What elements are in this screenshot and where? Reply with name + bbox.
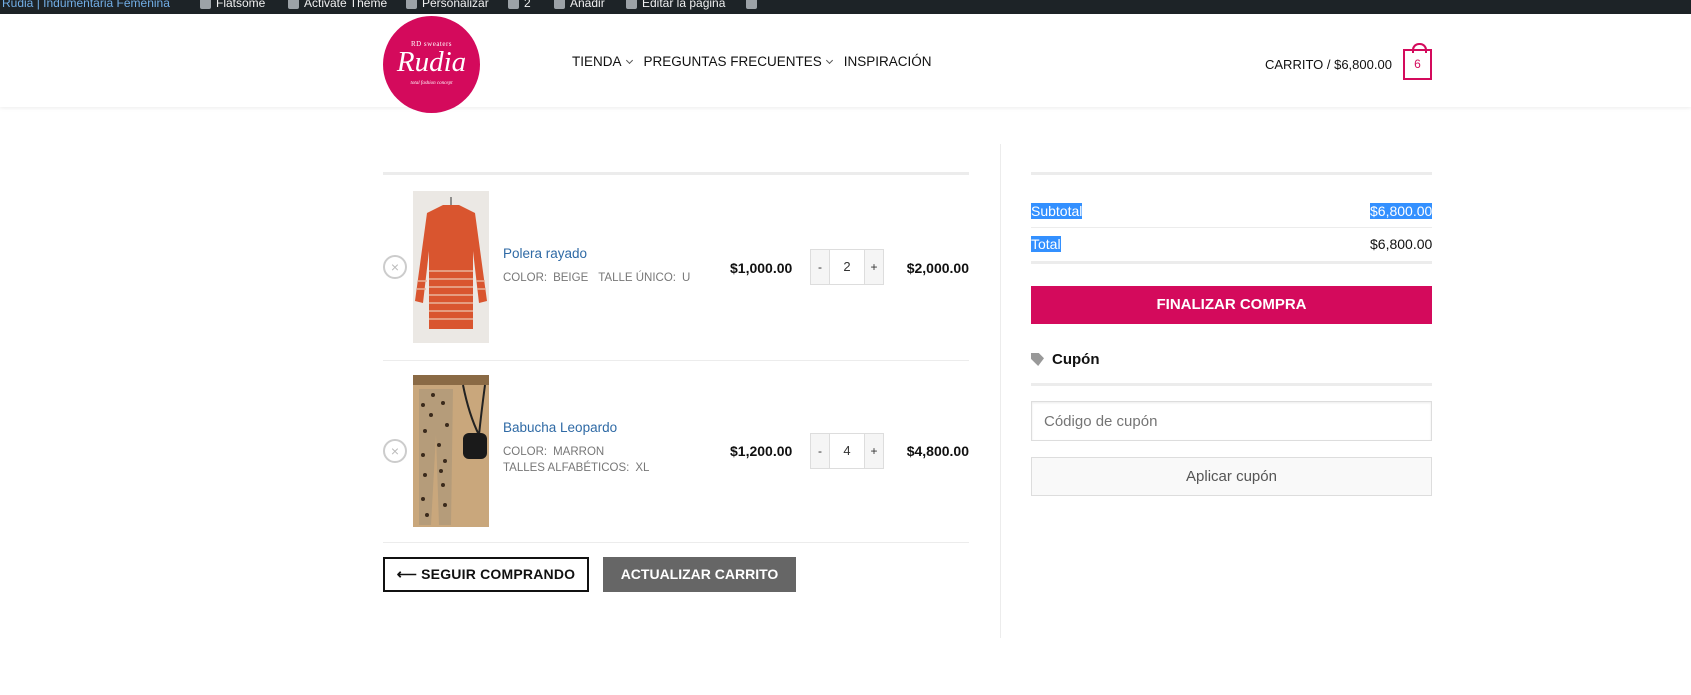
sweater-image — [413, 191, 489, 343]
flatsome-icon — [200, 0, 211, 10]
cart-bag-icon[interactable]: 6 — [1403, 43, 1432, 80]
subtotal-label: Subtotal — [1031, 203, 1083, 219]
cart-count: 6 — [1414, 57, 1421, 71]
total-value: $6,800.00 — [1370, 236, 1433, 252]
comment-icon — [508, 0, 519, 10]
total-label: Total — [1031, 236, 1061, 252]
leopard-pants-image — [413, 375, 489, 527]
column-divider — [1000, 144, 1001, 638]
cart-row: × Babucha Leopardo COLOR: MARRON TALLES A… — [383, 375, 969, 527]
nav-item-inspiracion[interactable]: INSPIRACIÓN — [844, 54, 932, 69]
coupon-heading: Cupón — [1031, 351, 1099, 368]
chevron-down-icon — [625, 56, 633, 64]
chevron-down-icon — [825, 56, 833, 64]
plus-icon — [554, 0, 565, 10]
row-divider — [383, 360, 969, 361]
product-attributes: COLOR: MARRON TALLES ALFABÉTICOS: XL — [503, 446, 650, 474]
product-thumbnail[interactable] — [413, 191, 489, 343]
product-name-link[interactable]: Babucha Leopardo — [503, 420, 617, 435]
nav-item-tienda[interactable]: TIENDA — [572, 54, 633, 69]
admin-bar-item-add-new[interactable]: Añadir — [554, 0, 605, 10]
totals-bottom-divider — [1031, 261, 1432, 264]
continue-shopping-button[interactable]: ⟵ SEGUIR COMPRANDO — [383, 557, 589, 592]
qty-plus-button[interactable]: + — [864, 249, 884, 285]
quantity-stepper: - 4 + — [810, 433, 884, 469]
product-price: $1,000.00 — [730, 260, 793, 276]
totals-top-divider — [1031, 172, 1432, 175]
coupon-divider — [1031, 383, 1432, 386]
quantity-stepper: - 2 + — [810, 249, 884, 285]
product-price: $1,200.00 — [730, 443, 793, 459]
line-subtotal: $2,000.00 — [906, 260, 969, 276]
admin-bar-item-seo[interactable] — [746, 0, 762, 10]
admin-bar: Rudia | Indumentaria Femenina Flatsome A… — [0, 0, 1691, 14]
row-divider — [383, 542, 969, 543]
checkout-button[interactable]: FINALIZAR COMPRA — [1031, 286, 1432, 324]
coupon-code-input[interactable] — [1031, 401, 1432, 441]
subtotal-value: $6,800.00 — [1370, 203, 1433, 219]
product-thumbnail[interactable] — [413, 375, 489, 527]
pencil-icon — [626, 0, 637, 10]
logo-sub-text: total fashion concept — [410, 81, 453, 86]
cart-table-top-divider — [383, 172, 969, 175]
totals-divider — [1031, 227, 1432, 228]
admin-bar-item-flatsome[interactable]: Flatsome — [200, 0, 265, 10]
tag-icon — [1031, 353, 1044, 366]
line-subtotal: $4,800.00 — [906, 443, 969, 459]
product-name-link[interactable]: Polera rayado — [503, 246, 587, 261]
site-header: RD sweaters Rudia total fashion concept … — [0, 14, 1691, 113]
logo-main-text: Rudia — [396, 46, 467, 78]
nav-item-preguntas-frecuentes[interactable]: PREGUNTAS FRECUENTES — [644, 54, 833, 69]
admin-bar-item-edit-page[interactable]: Editar la página — [626, 0, 725, 10]
qty-input[interactable]: 4 — [830, 433, 864, 469]
admin-bar-site-name[interactable]: Rudia | Indumentaria Femenina — [2, 0, 170, 10]
admin-bar-item-activate-theme[interactable]: Activate Theme — [288, 0, 387, 10]
apply-coupon-button[interactable]: Aplicar cupón — [1031, 457, 1432, 496]
qty-minus-button[interactable]: - — [810, 249, 830, 285]
product-attributes: COLOR: BEIGE TALLE ÚNICO: U — [503, 272, 691, 284]
cart-row: × Polera rayado COLOR: BEIGE TALLE ÚNICO: U… — [383, 191, 969, 343]
qty-plus-button[interactable]: + — [864, 433, 884, 469]
remove-item-button[interactable]: × — [383, 439, 407, 463]
main-nav: TIENDA PREGUNTAS FRECUENTES INSPIRACIÓN — [572, 54, 932, 69]
remove-item-button[interactable]: × — [383, 255, 407, 279]
site-logo[interactable]: RD sweaters Rudia total fashion concept — [383, 16, 480, 113]
qty-minus-button[interactable]: - — [810, 433, 830, 469]
brush-icon — [406, 0, 417, 10]
admin-bar-item-comments[interactable]: 2 — [508, 0, 531, 10]
update-cart-button[interactable]: ACTUALIZAR CARRITO — [603, 557, 796, 592]
qty-input[interactable]: 2 — [830, 249, 864, 285]
header-cart-link[interactable]: CARRITO / $6,800.00 — [1265, 57, 1392, 72]
lock-icon — [288, 0, 299, 10]
seo-icon — [746, 0, 757, 10]
admin-bar-item-customize[interactable]: Personalizar — [406, 0, 489, 10]
